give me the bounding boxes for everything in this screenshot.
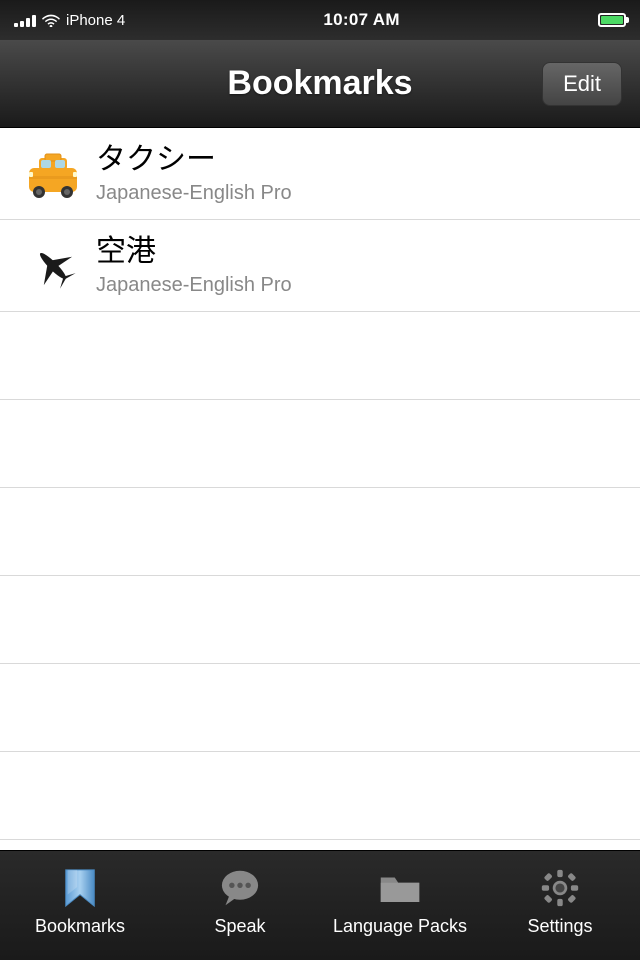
- list-item-text: タクシー Japanese-English Pro: [96, 142, 292, 205]
- wifi-icon: [42, 13, 60, 27]
- nav-title: Bookmarks: [227, 64, 412, 103]
- tab-settings-label: Settings: [527, 916, 592, 937]
- tab-speak[interactable]: Speak: [160, 851, 320, 960]
- empty-row: [0, 752, 640, 840]
- list-item[interactable]: タクシー Japanese-English Pro: [0, 128, 640, 220]
- tab-settings[interactable]: Settings: [480, 851, 640, 960]
- list-item-title: タクシー: [96, 142, 292, 178]
- plane-icon: [20, 236, 86, 296]
- empty-row: [0, 664, 640, 752]
- tab-bookmarks-label: Bookmarks: [35, 916, 125, 937]
- list-item-text: 空港 Japanese-English Pro: [96, 234, 292, 297]
- signal-bar-1: [14, 23, 18, 27]
- battery-icon: [598, 13, 626, 27]
- empty-row: [0, 400, 640, 488]
- signal-bars-icon: [14, 13, 36, 27]
- signal-bar-2: [20, 21, 24, 27]
- battery-fill: [601, 16, 623, 24]
- status-time: 10:07 AM: [323, 10, 399, 30]
- list-item-subtitle: Japanese-English Pro: [96, 274, 292, 297]
- tab-speak-label: Speak: [214, 916, 265, 937]
- edit-button[interactable]: Edit: [542, 62, 622, 106]
- tab-bar: Bookmarks Speak Language: [0, 850, 640, 960]
- speak-tab-icon: [218, 866, 262, 910]
- empty-row: [0, 576, 640, 664]
- status-left: iPhone 4: [14, 12, 125, 29]
- signal-bar-3: [26, 18, 30, 27]
- signal-bar-4: [32, 15, 36, 27]
- bookmark-list: タクシー Japanese-English Pro 空港: [0, 128, 640, 928]
- list-item-title: 空港: [96, 234, 292, 270]
- settings-tab-icon: [538, 866, 582, 910]
- carrier-label: iPhone 4: [66, 12, 125, 29]
- tab-bookmarks[interactable]: Bookmarks: [0, 851, 160, 960]
- status-bar: iPhone 4 10:07 AM: [0, 0, 640, 40]
- empty-row: [0, 312, 640, 400]
- nav-bar: Bookmarks Edit: [0, 40, 640, 128]
- bookmarks-tab-icon: [58, 866, 102, 910]
- list-item[interactable]: 空港 Japanese-English Pro: [0, 220, 640, 312]
- language-packs-tab-icon: [378, 866, 422, 910]
- tab-language-packs[interactable]: Language Packs: [320, 851, 480, 960]
- status-right: [598, 13, 626, 27]
- list-item-subtitle: Japanese-English Pro: [96, 182, 292, 205]
- taxi-icon: [20, 144, 86, 204]
- empty-row: [0, 488, 640, 576]
- tab-language-packs-label: Language Packs: [333, 916, 467, 937]
